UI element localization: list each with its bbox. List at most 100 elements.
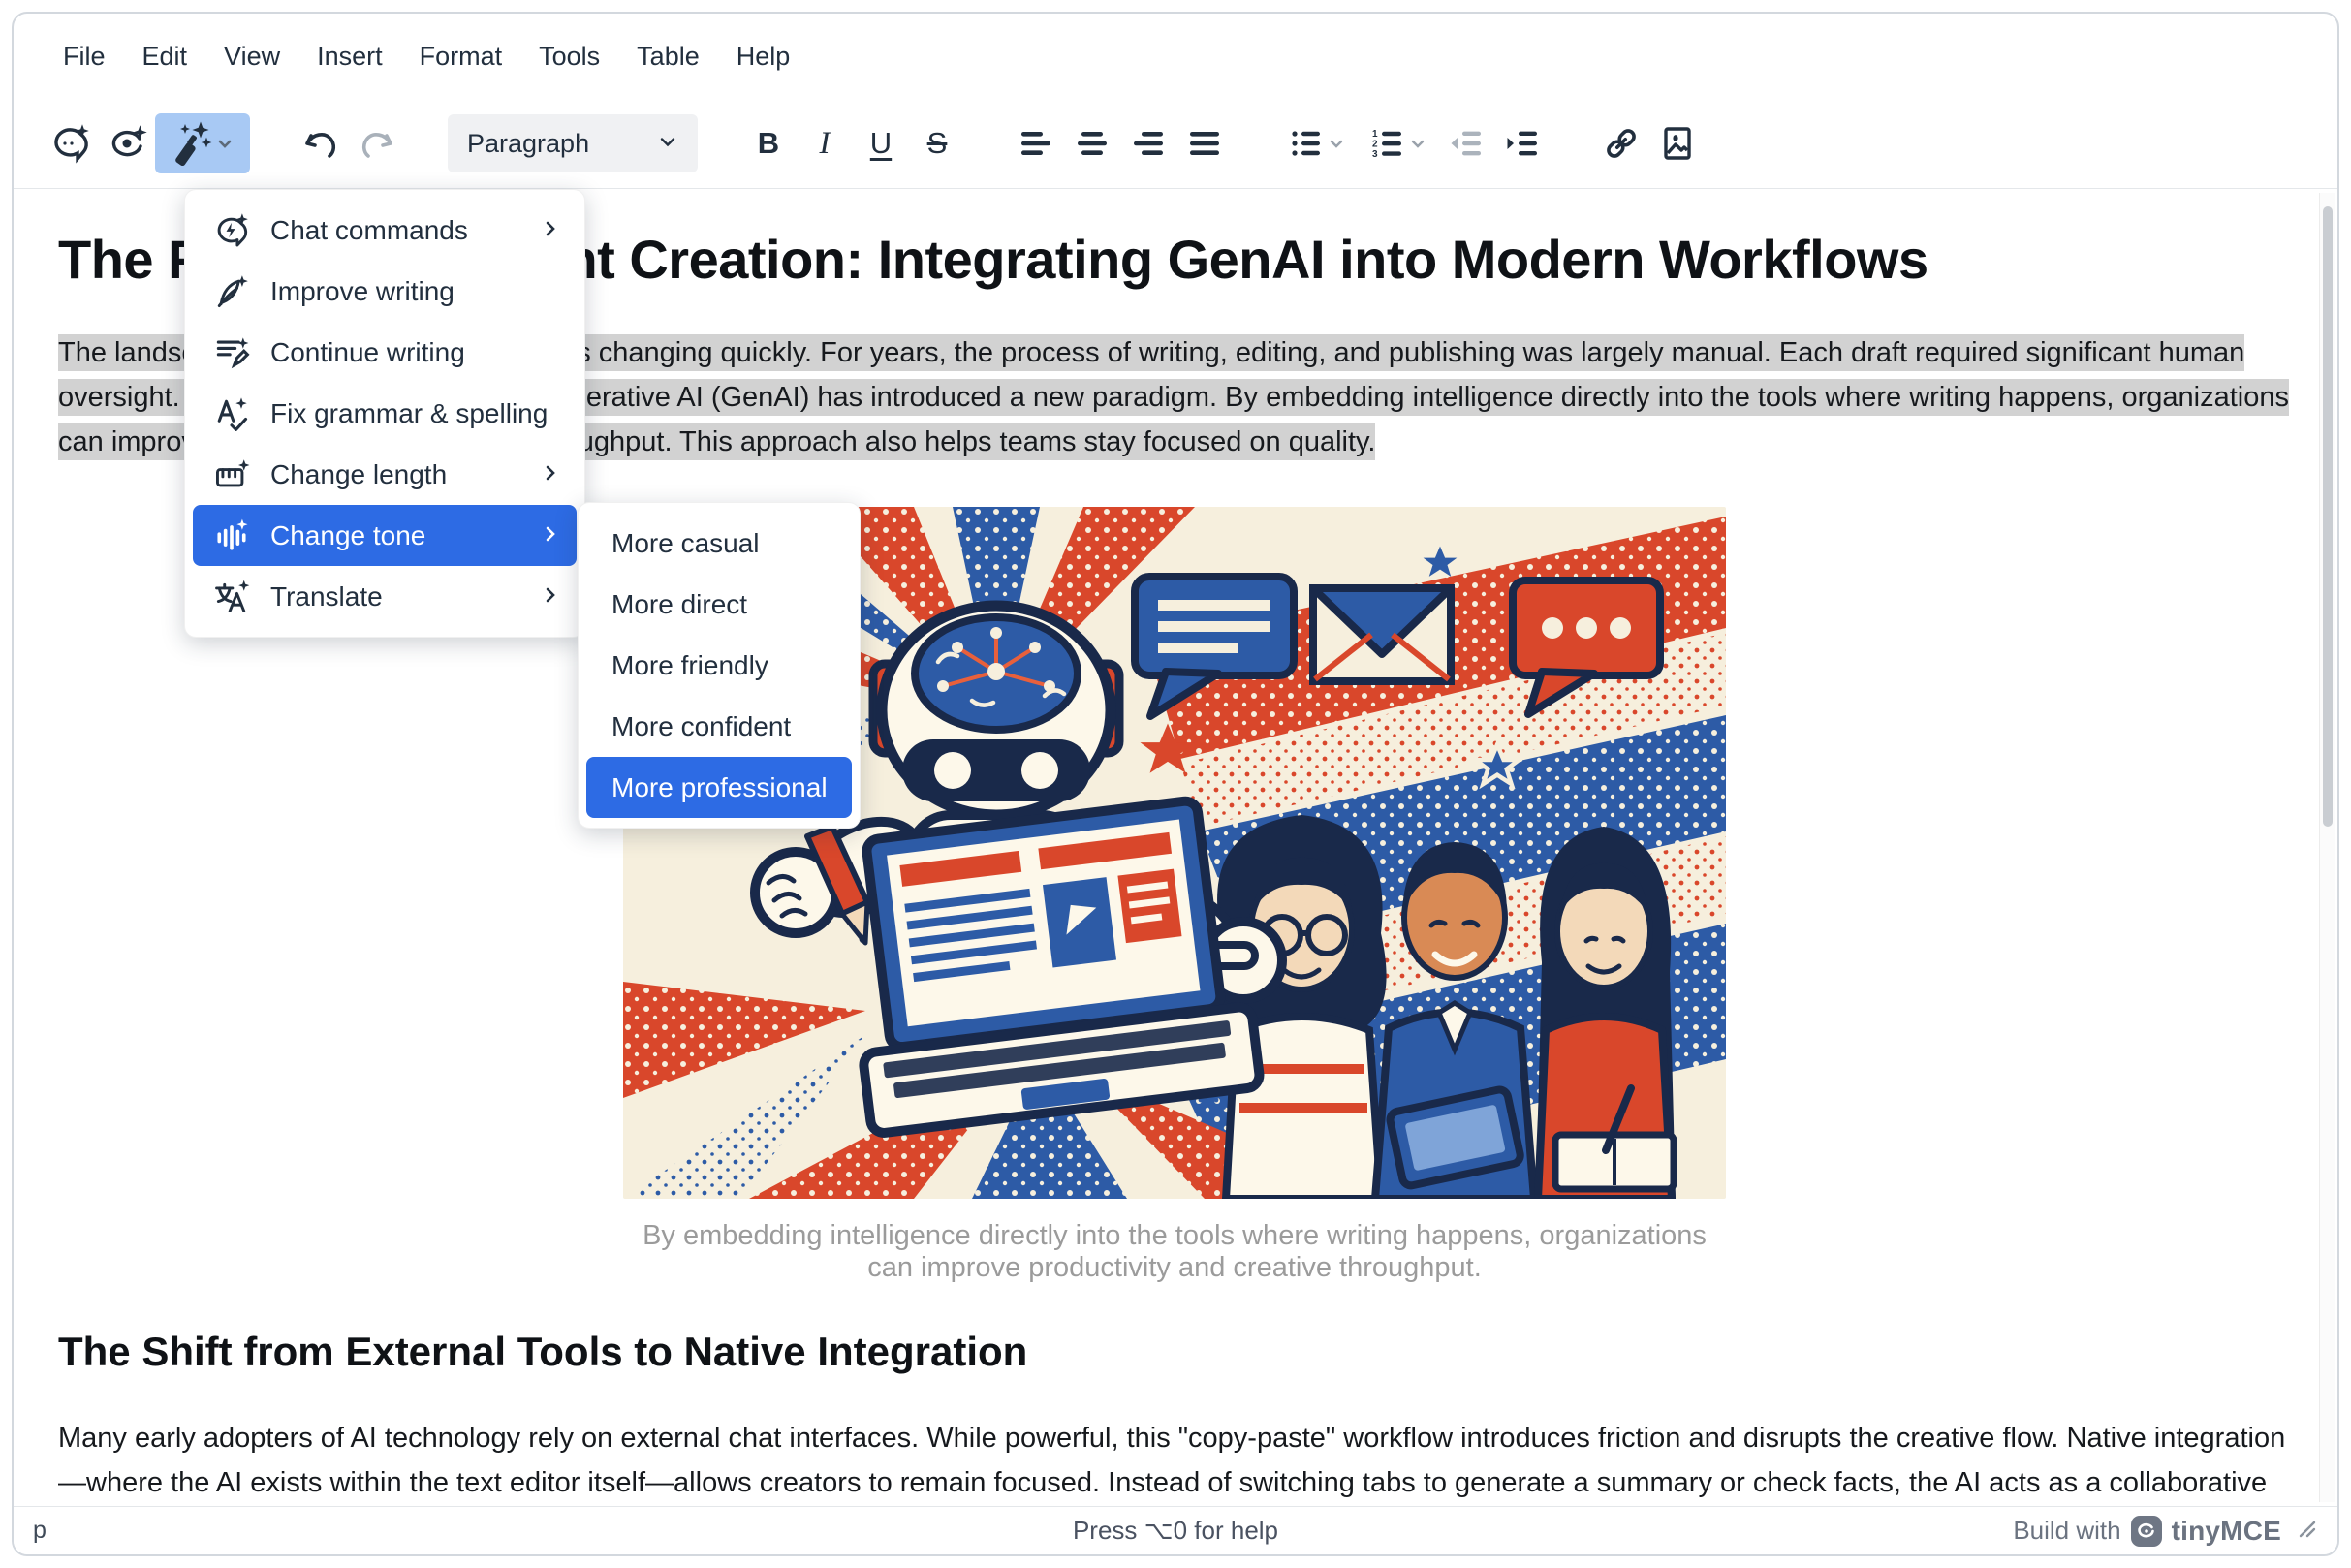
numbered-list-button[interactable]: 123: [1357, 113, 1438, 173]
element-path[interactable]: p: [33, 1517, 47, 1545]
bold-button[interactable]: B: [740, 113, 797, 173]
image-button[interactable]: [1649, 113, 1706, 173]
chat-commands-icon: [212, 211, 251, 250]
change-tone-icon: [212, 517, 251, 555]
menu-item-label: Improve writing: [270, 276, 455, 307]
submenu-item-more-confident[interactable]: More confident: [586, 696, 852, 757]
image-icon: [1656, 122, 1699, 165]
menu-item-label: Fix grammar & spelling: [270, 398, 548, 429]
scrollbar-track[interactable]: [2319, 193, 2335, 1502]
bullet-list-button[interactable]: [1275, 113, 1357, 173]
image-caption: By embedding intelligence directly into …: [623, 1220, 1726, 1284]
submenu-item-label: More friendly: [611, 650, 768, 681]
underline-button[interactable]: U: [853, 113, 909, 173]
fix-grammar-icon: [212, 394, 251, 433]
link-icon: [1600, 122, 1643, 165]
ai-chat-icon: [49, 122, 92, 165]
menu-item-improve-writing[interactable]: Improve writing: [193, 261, 577, 322]
redo-button[interactable]: [349, 113, 405, 173]
svg-text:1: 1: [1372, 129, 1378, 140]
resize-handle-icon[interactable]: [2295, 1517, 2318, 1545]
italic-button[interactable]: I: [797, 113, 853, 173]
menu-item-label: Change length: [270, 459, 447, 490]
justify-button[interactable]: [1176, 113, 1233, 173]
indent-icon: [1502, 123, 1543, 164]
redo-icon: [356, 122, 398, 165]
improve-writing-icon: [212, 272, 251, 311]
menu-item-chat-commands[interactable]: Chat commands: [193, 200, 577, 261]
person-woman-writing: [1536, 827, 1676, 1199]
align-left-button[interactable]: [1008, 113, 1064, 173]
strikethrough-label: S: [927, 126, 948, 161]
menu-item-label: Translate: [270, 581, 383, 612]
menu-item-label: Chat commands: [270, 215, 468, 246]
chevron-down-icon: [1327, 134, 1346, 153]
document-paragraph2: Many early adopters of AI technology rel…: [58, 1416, 2291, 1506]
submenu-arrow-icon: [540, 581, 561, 612]
outdent-button[interactable]: [1438, 113, 1494, 173]
align-center-icon: [1072, 123, 1113, 164]
submenu-item-label: More professional: [611, 772, 828, 803]
menu-item-change-length[interactable]: Change length: [193, 444, 577, 505]
undo-icon: [299, 122, 342, 165]
align-center-button[interactable]: [1064, 113, 1120, 173]
submenu-item-label: More casual: [611, 528, 760, 559]
chevron-down-icon: [215, 134, 235, 153]
indent-button[interactable]: [1494, 113, 1551, 173]
menu-item-translate[interactable]: Translate: [193, 566, 577, 627]
menu-edit[interactable]: Edit: [128, 36, 203, 78]
align-right-icon: [1128, 123, 1169, 164]
italic-label: I: [820, 126, 831, 162]
submenu-item-label: More confident: [611, 711, 791, 742]
tinymce-editor: File Edit View Insert Format Tools Table…: [0, 0, 2351, 1568]
undo-button[interactable]: [293, 113, 349, 173]
branding[interactable]: Build with tinyMCE: [2013, 1516, 2281, 1547]
ai-shortcuts-button[interactable]: [99, 113, 155, 173]
scrollbar-thumb[interactable]: [2323, 206, 2333, 827]
branding-prefix: Build with: [2013, 1516, 2120, 1546]
menu-item-change-tone[interactable]: Change tone: [193, 505, 577, 566]
translate-icon: [212, 578, 251, 616]
menu-item-fix-grammar[interactable]: Fix grammar & spelling: [193, 383, 577, 444]
menubar: File Edit View Insert Format Tools Table…: [48, 35, 804, 78]
menu-file[interactable]: File: [48, 36, 120, 78]
envelope-icon-art: [1313, 588, 1451, 681]
menu-view[interactable]: View: [209, 36, 295, 78]
align-left-icon: [1016, 123, 1056, 164]
paragraph-format-select[interactable]: Paragraph: [448, 114, 698, 172]
toolbar: Paragraph B I U S: [43, 109, 2308, 178]
bullet-list-icon: [1286, 123, 1327, 164]
laptop: [836, 797, 1261, 1135]
editor-window-frame: File Edit View Insert Format Tools Table…: [12, 12, 2339, 1556]
ai-dropdown-menu: Chat commands Improve writing: [184, 189, 585, 638]
menu-format[interactable]: Format: [405, 36, 517, 78]
menu-table[interactable]: Table: [622, 36, 714, 78]
menu-item-continue-writing[interactable]: Continue writing: [193, 322, 577, 383]
document-heading2: The Shift from External Tools to Native …: [58, 1329, 2291, 1375]
underline-label: U: [870, 126, 892, 161]
svg-text:2: 2: [1372, 140, 1378, 150]
ai-chat-button[interactable]: [43, 113, 99, 173]
chevron-down-icon: [1408, 134, 1427, 153]
submenu-item-more-friendly[interactable]: More friendly: [586, 635, 852, 696]
numbered-list-icon: 123: [1367, 123, 1408, 164]
outdent-icon: [1446, 123, 1487, 164]
branding-name: tinyMCE: [2172, 1516, 2281, 1547]
status-bar: p Press ⌥0 for help Build with tinyMCE: [14, 1506, 2337, 1554]
strikethrough-button[interactable]: S: [909, 113, 965, 173]
tinymce-logo-icon: [2131, 1516, 2162, 1547]
paragraph-format-value: Paragraph: [467, 129, 589, 159]
submenu-item-more-professional[interactable]: More professional: [586, 757, 852, 818]
continue-writing-icon: [212, 333, 251, 372]
ai-wand-button[interactable]: [155, 113, 250, 173]
submenu-arrow-icon: [540, 459, 561, 490]
menu-help[interactable]: Help: [722, 36, 805, 78]
submenu-item-more-direct[interactable]: More direct: [586, 574, 852, 635]
align-right-button[interactable]: [1120, 113, 1176, 173]
submenu-item-label: More direct: [611, 589, 747, 620]
menu-tools[interactable]: Tools: [524, 36, 614, 78]
justify-icon: [1184, 123, 1225, 164]
link-button[interactable]: [1593, 113, 1649, 173]
submenu-item-more-casual[interactable]: More casual: [586, 513, 852, 574]
menu-insert[interactable]: Insert: [302, 36, 397, 78]
